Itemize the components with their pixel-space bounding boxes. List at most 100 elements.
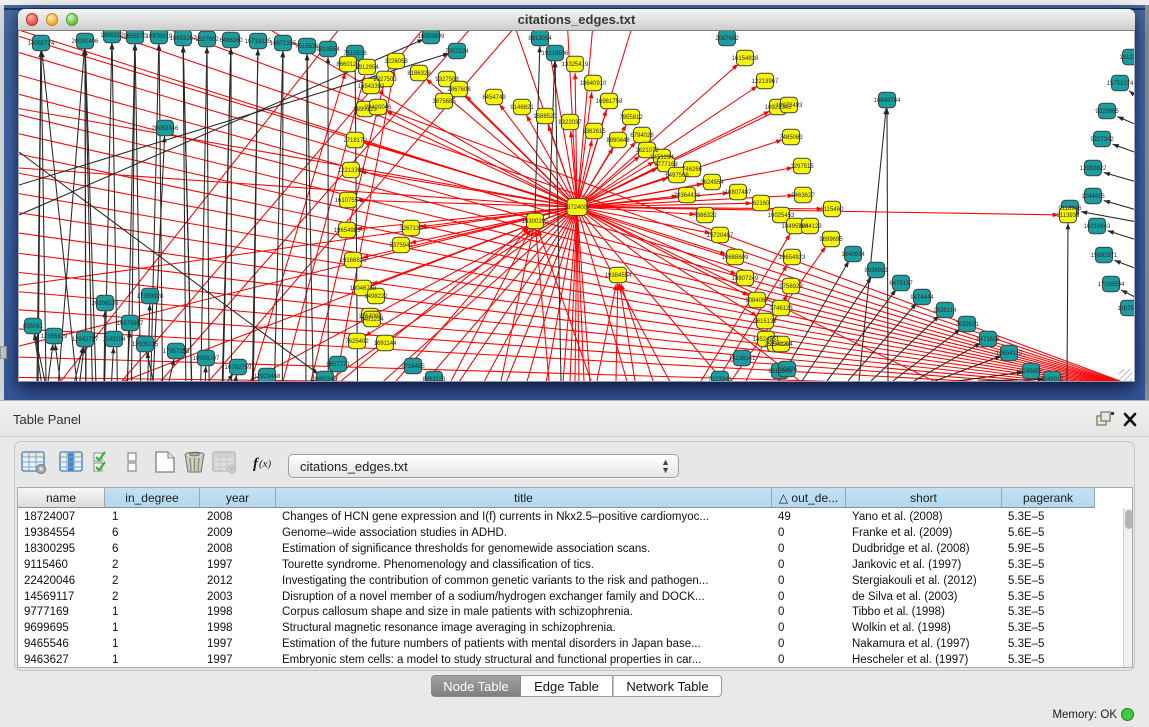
svg-text:2935114: 2935114 xyxy=(934,308,958,314)
svg-text:12156829: 12156829 xyxy=(41,334,68,340)
svg-text:1167533: 1167533 xyxy=(1118,306,1135,312)
svg-text:8471626: 8471626 xyxy=(976,337,1000,343)
svg-text:14055724: 14055724 xyxy=(28,41,55,47)
svg-text:1621072: 1621072 xyxy=(635,148,659,154)
svg-text:23420046: 23420046 xyxy=(365,105,392,111)
svg-text:7986322: 7986322 xyxy=(693,213,717,219)
svg-text:16543392: 16543392 xyxy=(358,84,385,90)
svg-text:7123341: 7123341 xyxy=(708,377,732,382)
svg-text:15751074: 15751074 xyxy=(1107,81,1134,87)
svg-text:2541234: 2541234 xyxy=(769,342,793,348)
svg-text:9327508: 9327508 xyxy=(435,77,459,83)
svg-text:12213967: 12213967 xyxy=(752,79,779,85)
svg-text:9118946: 9118946 xyxy=(1059,206,1083,212)
svg-text:18724007: 18724007 xyxy=(564,205,591,211)
svg-text:18807249: 18807249 xyxy=(732,276,759,282)
svg-text:20053346: 20053346 xyxy=(152,126,179,132)
svg-text:19218506: 19218506 xyxy=(542,51,569,57)
svg-text:1312254: 1312254 xyxy=(1119,55,1135,61)
svg-text:10653267: 10653267 xyxy=(170,36,197,42)
svg-text:6479197: 6479197 xyxy=(889,281,913,287)
svg-text:16033809: 16033809 xyxy=(418,34,445,40)
svg-text:16782759: 16782759 xyxy=(225,365,252,371)
svg-text:1615132: 1615132 xyxy=(753,319,777,325)
svg-text:746266: 746266 xyxy=(682,167,703,173)
svg-text:15720407: 15720407 xyxy=(707,233,734,239)
svg-text:10654112: 10654112 xyxy=(996,351,1023,357)
svg-text:1244415: 1244415 xyxy=(1081,194,1105,200)
svg-text:8186328: 8186328 xyxy=(407,71,431,77)
svg-text:6466160: 6466160 xyxy=(219,38,243,44)
svg-text:9657771: 9657771 xyxy=(326,362,350,368)
svg-text:6497568: 6497568 xyxy=(665,173,689,179)
svg-text:3226058: 3226058 xyxy=(384,59,408,65)
svg-text:16648784: 16648784 xyxy=(874,98,901,104)
svg-text:8813054: 8813054 xyxy=(528,36,552,42)
svg-text:10958107: 10958107 xyxy=(193,356,220,362)
svg-text:3875685: 3875685 xyxy=(432,99,456,105)
svg-text:12923468: 12923468 xyxy=(254,374,281,380)
svg-text:8912954: 8912954 xyxy=(355,65,379,71)
svg-text:9227342: 9227342 xyxy=(1090,137,1114,143)
svg-text:16671355: 16671355 xyxy=(270,41,297,47)
svg-text:1362615: 1362615 xyxy=(582,129,606,135)
svg-text:16107554: 16107554 xyxy=(335,198,362,204)
svg-text:1746123: 1746123 xyxy=(769,306,793,312)
svg-text:3624554: 3624554 xyxy=(700,180,724,186)
svg-text:1588520: 1588520 xyxy=(533,114,557,120)
svg-text:18300295: 18300295 xyxy=(522,219,549,225)
svg-text:1692346: 1692346 xyxy=(313,377,337,382)
svg-text:9605570: 9605570 xyxy=(123,34,147,40)
svg-text:133426: 133426 xyxy=(777,367,798,373)
svg-text:7485063: 7485063 xyxy=(779,135,803,141)
svg-text:9756928: 9756928 xyxy=(779,284,803,290)
svg-text:12942757: 12942757 xyxy=(72,337,99,343)
svg-text:7357224: 7357224 xyxy=(445,49,469,55)
svg-text:8990448: 8990448 xyxy=(606,138,630,144)
svg-text:9115460: 9115460 xyxy=(821,207,845,213)
svg-text:62160: 62160 xyxy=(753,201,770,207)
svg-text:10807487: 10807487 xyxy=(725,190,752,196)
svg-text:9146821: 9146821 xyxy=(510,105,534,111)
svg-text:855061: 855061 xyxy=(23,324,44,330)
svg-text:3267130: 3267130 xyxy=(399,226,423,232)
svg-text:18640910: 18640910 xyxy=(580,81,607,87)
svg-text:9327503: 9327503 xyxy=(373,77,397,83)
svg-text:10973493: 10973493 xyxy=(776,103,803,109)
svg-text:1143194: 1143194 xyxy=(103,337,127,343)
svg-text:9245012: 9245012 xyxy=(1040,377,1064,382)
svg-text:9604123: 9604123 xyxy=(798,224,822,230)
svg-text:7632621: 7632621 xyxy=(955,322,979,328)
svg-text:8861123: 8861123 xyxy=(423,377,447,382)
svg-text:16210643: 16210643 xyxy=(1084,224,1111,230)
svg-text:2718170: 2718170 xyxy=(343,138,367,144)
svg-text:19166825: 19166825 xyxy=(340,258,367,264)
svg-text:9819554: 9819554 xyxy=(316,47,340,53)
svg-text:16961758: 16961758 xyxy=(596,99,623,105)
svg-text:1498222: 1498222 xyxy=(364,294,388,300)
svg-text:9245652: 9245652 xyxy=(1019,369,1043,375)
svg-text:17957255: 17957255 xyxy=(163,349,190,355)
svg-text:20091406: 20091406 xyxy=(72,39,99,45)
svg-text:2867608: 2867608 xyxy=(447,87,471,93)
svg-text:15692971: 15692971 xyxy=(1091,253,1118,259)
svg-text:8938923: 8938923 xyxy=(864,268,888,274)
svg-text:10046758: 10046758 xyxy=(350,286,377,292)
svg-text:17359928: 17359928 xyxy=(137,294,164,300)
svg-text:10975887: 10975887 xyxy=(117,321,144,327)
svg-text:16154838: 16154838 xyxy=(732,56,759,62)
svg-text:10688609: 10688609 xyxy=(722,255,749,261)
svg-text:6794028: 6794028 xyxy=(630,133,654,139)
svg-text:9699695: 9699695 xyxy=(819,237,843,243)
svg-text:9474444: 9474444 xyxy=(910,295,934,301)
svg-text:8322037: 8322037 xyxy=(558,120,582,126)
svg-text:9451234: 9451234 xyxy=(650,155,674,161)
svg-text:7955812: 7955812 xyxy=(619,115,643,121)
svg-text:9329965: 9329965 xyxy=(1095,109,1119,115)
svg-text:3481234: 3481234 xyxy=(360,317,384,323)
svg-text:10719135: 10719135 xyxy=(245,39,272,45)
svg-text:9716485: 9716485 xyxy=(401,364,425,370)
svg-text:1640934: 1640934 xyxy=(841,252,865,258)
svg-text:5375941: 5375941 xyxy=(389,243,413,249)
svg-text:10025453: 10025453 xyxy=(768,213,795,219)
